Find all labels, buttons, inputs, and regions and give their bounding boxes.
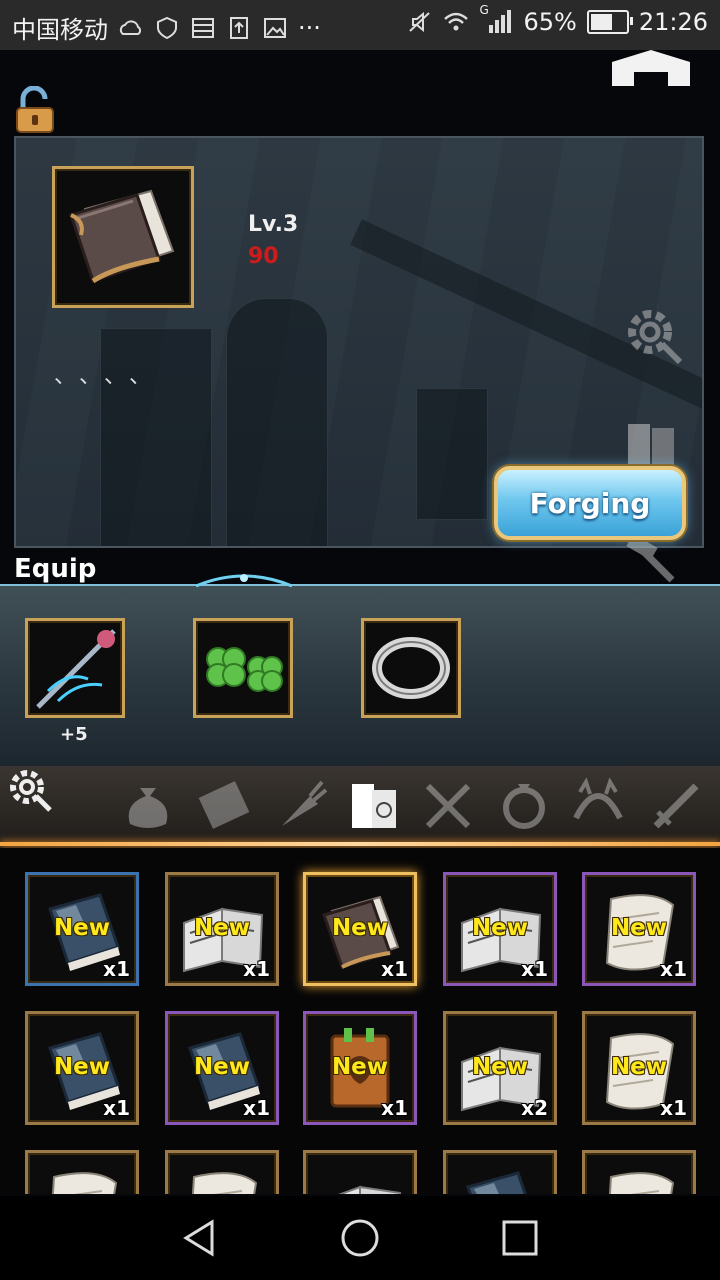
home-icon[interactable] bbox=[608, 50, 694, 88]
image-notification-icon bbox=[264, 17, 286, 38]
navigation-bar bbox=[0, 1196, 720, 1280]
equip-ornament bbox=[196, 574, 292, 588]
item-quantity: x2 bbox=[521, 1096, 548, 1120]
inventory-item[interactable]: New x1 bbox=[303, 872, 417, 986]
new-badge: New bbox=[610, 1054, 668, 1080]
carrier-label: 中国移动 bbox=[12, 16, 108, 44]
new-badge: New bbox=[471, 1054, 529, 1080]
equip-slot-ring[interactable] bbox=[361, 618, 461, 718]
clover-icon bbox=[206, 647, 283, 692]
recents-icon[interactable] bbox=[496, 1214, 544, 1262]
item-level: Lv.3 bbox=[248, 212, 299, 237]
upload-notification-icon bbox=[230, 16, 248, 39]
background-banner bbox=[416, 388, 488, 520]
new-badge: New bbox=[53, 915, 111, 941]
new-badge: New bbox=[610, 915, 668, 941]
forging-button[interactable]: Forging bbox=[494, 466, 686, 540]
selected-item-icon bbox=[52, 166, 194, 308]
inventory-item[interactable]: New x1 bbox=[25, 872, 139, 986]
category-envelope-icon[interactable] bbox=[196, 778, 252, 832]
equip-slot-staff[interactable] bbox=[25, 618, 125, 718]
book-open-icon bbox=[338, 1185, 402, 1194]
item-quantity: x1 bbox=[243, 957, 270, 981]
background-cabinet bbox=[226, 298, 328, 546]
item-quantity: x1 bbox=[381, 1096, 408, 1120]
scroll-icon bbox=[608, 1172, 675, 1194]
weather-icon bbox=[119, 19, 142, 35]
book-icon bbox=[69, 189, 175, 284]
item-quantity: x1 bbox=[660, 957, 687, 981]
inventory-item[interactable]: New x2 bbox=[443, 1011, 557, 1125]
item-quantity: x1 bbox=[521, 957, 548, 981]
category-glow-line bbox=[0, 842, 720, 846]
inventory-item[interactable] bbox=[443, 1150, 557, 1194]
inventory-item[interactable] bbox=[25, 1150, 139, 1194]
unlock-icon[interactable] bbox=[14, 86, 56, 134]
inventory-item[interactable]: New x1 bbox=[165, 1011, 279, 1125]
item-description: 、、、、 bbox=[54, 364, 166, 389]
shield-notification-icon bbox=[157, 16, 177, 39]
new-badge: New bbox=[471, 915, 529, 941]
status-bar: 中国移动 ··· G 65% 21:26 bbox=[0, 0, 720, 50]
inventory-item[interactable]: New x1 bbox=[303, 1011, 417, 1125]
item-quantity: x1 bbox=[381, 957, 408, 981]
inventory-item[interactable]: New x1 bbox=[443, 872, 557, 986]
category-headband-icon[interactable] bbox=[570, 778, 626, 832]
clock: 21:26 bbox=[638, 8, 708, 36]
staff-icon bbox=[36, 629, 116, 709]
sort-gear-icon[interactable] bbox=[6, 766, 52, 812]
inventory-item[interactable] bbox=[165, 1150, 279, 1194]
ring-icon bbox=[372, 637, 450, 699]
inventory-item[interactable]: New x1 bbox=[582, 1011, 696, 1125]
settings-gear-icon[interactable] bbox=[620, 302, 684, 366]
item-quantity: x1 bbox=[660, 1096, 687, 1120]
scroll-icon bbox=[51, 1172, 118, 1194]
equip-staff-level: +5 bbox=[60, 724, 88, 745]
new-badge: New bbox=[331, 915, 389, 941]
inventory-item[interactable] bbox=[303, 1150, 417, 1194]
more-notifications-icon: ··· bbox=[298, 13, 321, 42]
category-bag-icon[interactable] bbox=[120, 778, 176, 832]
home-nav-icon[interactable] bbox=[336, 1214, 384, 1262]
storage-notification-icon bbox=[192, 17, 214, 38]
network-type-label: G bbox=[479, 3, 489, 17]
inventory-item[interactable]: New x1 bbox=[582, 872, 696, 986]
mute-icon bbox=[409, 11, 431, 33]
hammer-icon[interactable] bbox=[620, 534, 682, 586]
inventory-item[interactable]: New x1 bbox=[25, 1011, 139, 1125]
category-fork-knife-icon[interactable] bbox=[420, 778, 476, 832]
signal-icon: G bbox=[479, 3, 513, 35]
category-sword-icon[interactable] bbox=[648, 778, 704, 832]
category-carrot-icon[interactable] bbox=[272, 778, 328, 832]
new-badge: New bbox=[193, 915, 251, 941]
item-quantity: x1 bbox=[103, 1096, 130, 1120]
item-quantity: x1 bbox=[243, 1096, 270, 1120]
category-ring-icon[interactable] bbox=[496, 778, 552, 832]
equip-title: Equip bbox=[14, 554, 97, 584]
item-power: 90 bbox=[248, 244, 279, 269]
inventory-item[interactable] bbox=[582, 1150, 696, 1194]
battery-icon bbox=[586, 10, 633, 34]
new-badge: New bbox=[53, 1054, 111, 1080]
new-badge: New bbox=[331, 1054, 389, 1080]
item-quantity: x1 bbox=[103, 957, 130, 981]
equip-slot-clover[interactable] bbox=[193, 618, 293, 718]
inventory-grid: New x1 New x1 New x1 New x1 New x1 New x1 New x1 New x1… bbox=[0, 848, 720, 1194]
scroll-icon bbox=[191, 1172, 258, 1194]
battery-percent: 65% bbox=[523, 8, 577, 36]
back-icon[interactable] bbox=[176, 1214, 224, 1262]
inventory-item[interactable]: New x1 bbox=[165, 872, 279, 986]
new-badge: New bbox=[193, 1054, 251, 1080]
wifi-icon bbox=[444, 12, 469, 31]
book-dark-icon bbox=[466, 1171, 527, 1194]
category-books-icon[interactable] bbox=[346, 778, 402, 832]
